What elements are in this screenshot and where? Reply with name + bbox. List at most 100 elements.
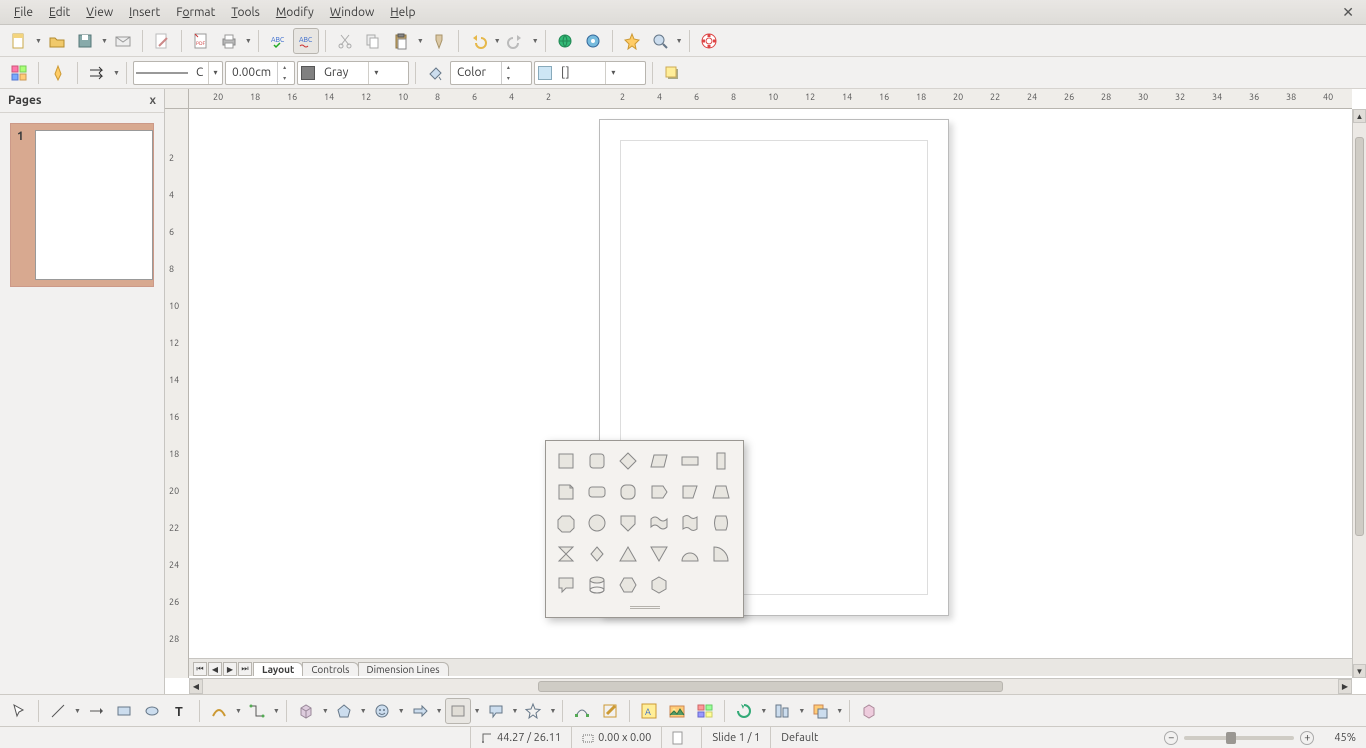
shape-wave-rect[interactable] bbox=[644, 508, 674, 538]
dropdown-arrow-icon[interactable]: ▼ bbox=[836, 707, 843, 715]
shape-octagon[interactable] bbox=[551, 508, 581, 538]
dropdown-arrow-icon[interactable]: ▼ bbox=[417, 37, 424, 45]
styles-button[interactable] bbox=[6, 60, 32, 86]
menu-edit[interactable]: Edit bbox=[41, 3, 78, 22]
shape-quarter-circle[interactable] bbox=[706, 539, 736, 569]
shape-shield[interactable] bbox=[613, 508, 643, 538]
open-button[interactable] bbox=[44, 28, 70, 54]
symbol-shapes-tool[interactable] bbox=[369, 698, 395, 724]
copy-button[interactable] bbox=[360, 28, 386, 54]
auto-spellcheck-button[interactable]: ABC bbox=[293, 28, 319, 54]
shape-diamond[interactable] bbox=[613, 446, 643, 476]
rotate-tool[interactable] bbox=[731, 698, 757, 724]
edit-points-tool[interactable] bbox=[569, 698, 595, 724]
block-arrows-tool[interactable] bbox=[407, 698, 433, 724]
gallery-tool[interactable] bbox=[692, 698, 718, 724]
shadow-button[interactable] bbox=[659, 60, 685, 86]
dropdown-arrow-icon[interactable]: ▼ bbox=[676, 37, 683, 45]
shape-flag[interactable] bbox=[675, 508, 705, 538]
shape-triangle-down[interactable] bbox=[644, 539, 674, 569]
dropdown-arrow-icon[interactable]: ▼ bbox=[512, 707, 519, 715]
paste-button[interactable] bbox=[388, 28, 414, 54]
navigator-button[interactable] bbox=[580, 28, 606, 54]
tab-layout[interactable]: Layout bbox=[253, 662, 303, 676]
spellcheck-button[interactable]: ABC bbox=[265, 28, 291, 54]
dropdown-arrow-icon[interactable]: ▼ bbox=[235, 707, 242, 715]
hyperlink-button[interactable] bbox=[552, 28, 578, 54]
dropdown-arrow-icon[interactable]: ▼ bbox=[245, 37, 252, 45]
zoom-value[interactable]: 45% bbox=[1334, 732, 1356, 744]
dropdown-arrow-icon[interactable]: ▼ bbox=[494, 37, 501, 45]
fontwork-tool[interactable]: A bbox=[636, 698, 662, 724]
basic-shapes-tool[interactable] bbox=[331, 698, 357, 724]
menu-format[interactable]: Format bbox=[168, 3, 223, 22]
dropdown-arrow-icon[interactable]: ▼ bbox=[273, 707, 280, 715]
vertical-scrollbar[interactable]: ▲ ▼ bbox=[1352, 109, 1366, 678]
ellipse-tool[interactable] bbox=[139, 698, 165, 724]
shape-square[interactable] bbox=[551, 446, 581, 476]
menu-view[interactable]: View bbox=[78, 3, 121, 22]
line-style-combo[interactable]: C ▾ bbox=[133, 61, 223, 85]
shape-hourglass[interactable] bbox=[551, 539, 581, 569]
area-style-combo[interactable]: Color ▴▾ bbox=[450, 61, 532, 85]
shape-parallelogram[interactable] bbox=[644, 446, 674, 476]
shape-horizontal-rect[interactable] bbox=[675, 446, 705, 476]
select-tool[interactable] bbox=[6, 698, 32, 724]
curve-tool[interactable] bbox=[206, 698, 232, 724]
fountain-pen-icon[interactable] bbox=[45, 60, 71, 86]
dropdown-arrow-icon[interactable]: ▼ bbox=[360, 707, 367, 715]
line-width-field[interactable]: 0.00cm ▴▾ bbox=[225, 61, 295, 85]
line-tool[interactable] bbox=[45, 698, 71, 724]
status-style[interactable]: Default bbox=[770, 727, 1154, 748]
line-color-combo[interactable]: Gray ▾ bbox=[297, 61, 409, 85]
arrange-tool[interactable] bbox=[807, 698, 833, 724]
shape-circle[interactable] bbox=[582, 508, 612, 538]
format-paintbrush-button[interactable] bbox=[426, 28, 452, 54]
horizontal-scrollbar[interactable]: ◀ ▶ bbox=[189, 678, 1352, 694]
dropdown-arrow-icon[interactable]: ▼ bbox=[101, 37, 108, 45]
shape-trapezoid[interactable] bbox=[706, 477, 736, 507]
dropdown-arrow-icon[interactable]: ▼ bbox=[532, 37, 539, 45]
menu-modify[interactable]: Modify bbox=[268, 3, 322, 22]
arrow-line-tool[interactable] bbox=[83, 698, 109, 724]
area-fill-button[interactable] bbox=[422, 60, 448, 86]
vertical-ruler[interactable]: 246810121416182022242628 bbox=[165, 109, 189, 678]
shape-cylinder[interactable] bbox=[582, 570, 612, 600]
stars-tool[interactable] bbox=[520, 698, 546, 724]
window-close-button[interactable]: ✕ bbox=[1336, 4, 1360, 21]
dropdown-arrow-icon[interactable]: ▼ bbox=[549, 707, 556, 715]
dropdown-arrow-icon[interactable]: ▼ bbox=[74, 707, 81, 715]
menu-tools[interactable]: Tools bbox=[223, 3, 268, 22]
dropdown-arrow-icon[interactable]: ▼ bbox=[322, 707, 329, 715]
page-thumbnail[interactable]: 1 bbox=[10, 123, 154, 287]
save-button[interactable] bbox=[72, 28, 98, 54]
shape-cylinder-side[interactable] bbox=[706, 508, 736, 538]
shape-hexagon[interactable] bbox=[613, 570, 643, 600]
zoom-out-button[interactable]: − bbox=[1164, 731, 1178, 745]
menu-file[interactable]: File bbox=[6, 3, 41, 22]
arrow-style-button[interactable] bbox=[84, 60, 110, 86]
area-fill-combo[interactable]: [] ▾ bbox=[534, 61, 646, 85]
print-button[interactable] bbox=[216, 28, 242, 54]
tab-controls[interactable]: Controls bbox=[302, 662, 358, 676]
dropdown-arrow-icon[interactable]: ▼ bbox=[436, 707, 443, 715]
text-tool[interactable]: T bbox=[167, 698, 193, 724]
popup-drag-handle[interactable] bbox=[551, 602, 738, 612]
dropdown-arrow-icon[interactable]: ▼ bbox=[35, 37, 42, 45]
pages-close-button[interactable]: x bbox=[149, 94, 156, 107]
undo-button[interactable] bbox=[465, 28, 491, 54]
export-pdf-button[interactable]: PDF bbox=[188, 28, 214, 54]
edit-file-button[interactable] bbox=[149, 28, 175, 54]
dropdown-arrow-icon[interactable]: ▼ bbox=[398, 707, 405, 715]
shape-rounded-square[interactable] bbox=[582, 446, 612, 476]
menu-help[interactable]: Help bbox=[382, 3, 423, 22]
tab-dimension-lines[interactable]: Dimension Lines bbox=[358, 662, 449, 676]
from-file-tool[interactable] bbox=[664, 698, 690, 724]
extrusion-tool[interactable] bbox=[856, 698, 882, 724]
shape-right-trapezoid[interactable] bbox=[675, 477, 705, 507]
tab-first-button[interactable]: ⏮ bbox=[193, 662, 207, 676]
tab-prev-button[interactable]: ◀ bbox=[208, 662, 222, 676]
callouts-tool[interactable] bbox=[483, 698, 509, 724]
menu-insert[interactable]: Insert bbox=[121, 3, 168, 22]
dropdown-arrow-icon[interactable]: ▼ bbox=[760, 707, 767, 715]
